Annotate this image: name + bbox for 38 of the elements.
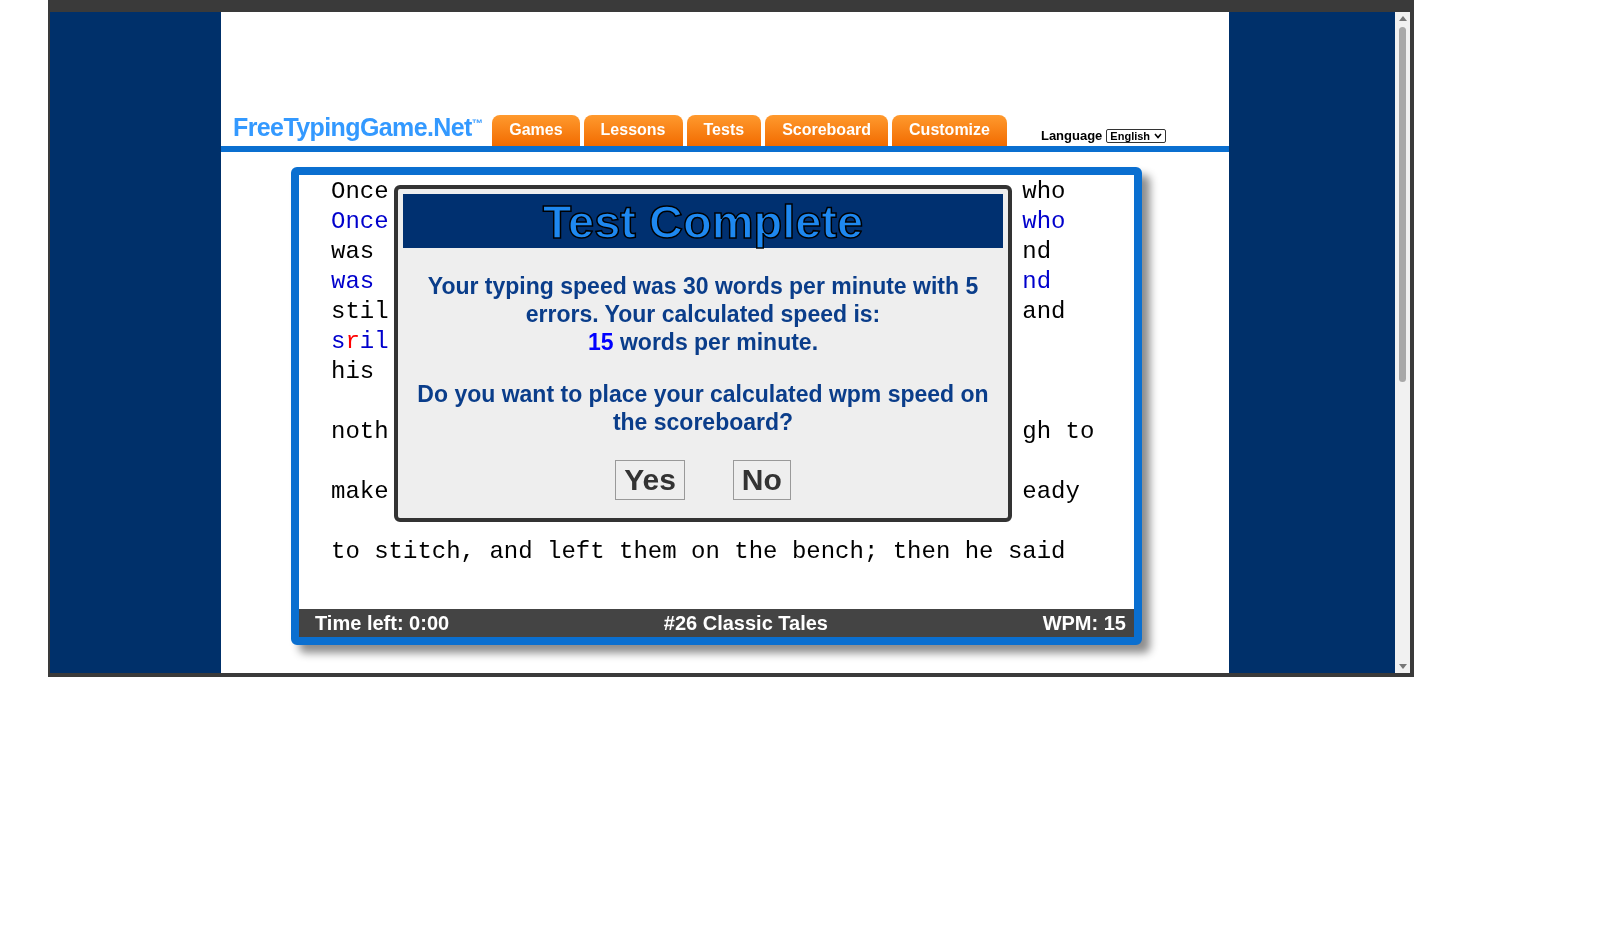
scrollbar[interactable] <box>1395 12 1410 673</box>
language-label: Language <box>1040 128 1103 143</box>
scoreboard-question: Do you want to place your calculated wpm speed on the scoreboard? <box>416 380 990 436</box>
scroll-down-arrow-icon[interactable] <box>1398 664 1407 669</box>
nav-tab[interactable]: Customize <box>892 115 1007 146</box>
typed-text: nd <box>1022 267 1052 297</box>
nav-tab[interactable]: Tests <box>686 115 762 146</box>
typed-text: Once <box>331 207 389 237</box>
passage-text: gh to <box>1022 417 1095 447</box>
dialog-button[interactable]: No <box>732 460 791 500</box>
passage-text: Once <box>331 177 389 207</box>
passage-text: was <box>331 237 375 267</box>
passage-text: eady <box>1022 477 1080 507</box>
wpm-reading: WPM: 15 <box>1042 611 1126 635</box>
test-name: #26 Classic Tales <box>663 611 828 635</box>
time-left: Time left: 0:00 <box>315 611 450 635</box>
dialog-button[interactable]: Yes <box>615 460 685 500</box>
scroll-up-arrow-icon[interactable] <box>1398 16 1407 21</box>
passage-text: who <box>1022 177 1066 207</box>
chevron-down-icon <box>1154 132 1163 139</box>
passage-text: noth <box>331 417 389 447</box>
passage-text: make <box>331 477 389 507</box>
passage-text: and <box>1022 297 1066 327</box>
site-logo[interactable]: FreeTypingGame.Net$^{™}$ <box>233 113 483 142</box>
passage-text: to stitch, and left them on the bench; then he said <box>331 537 1066 567</box>
passage-text: his <box>331 357 375 387</box>
language-select[interactable]: English <box>1106 128 1167 143</box>
typed-text: who <box>1022 207 1066 237</box>
passage-text: stil <box>331 297 389 327</box>
typed-text: sril <box>331 327 389 357</box>
dialog-title: Test Complete <box>542 193 864 249</box>
nav-tab[interactable]: Lessons <box>583 115 683 146</box>
result-message: Your typing speed was 30 words per minute with 5 errors. Your calculated speed is: <box>426 272 980 328</box>
nav-tab[interactable]: Scoreboard <box>765 115 889 146</box>
nav-tab[interactable]: Games <box>492 115 580 146</box>
passage-text: nd <box>1022 237 1052 267</box>
calculated-speed: 15 words per minute. <box>587 328 819 356</box>
typed-text: was <box>331 267 375 297</box>
